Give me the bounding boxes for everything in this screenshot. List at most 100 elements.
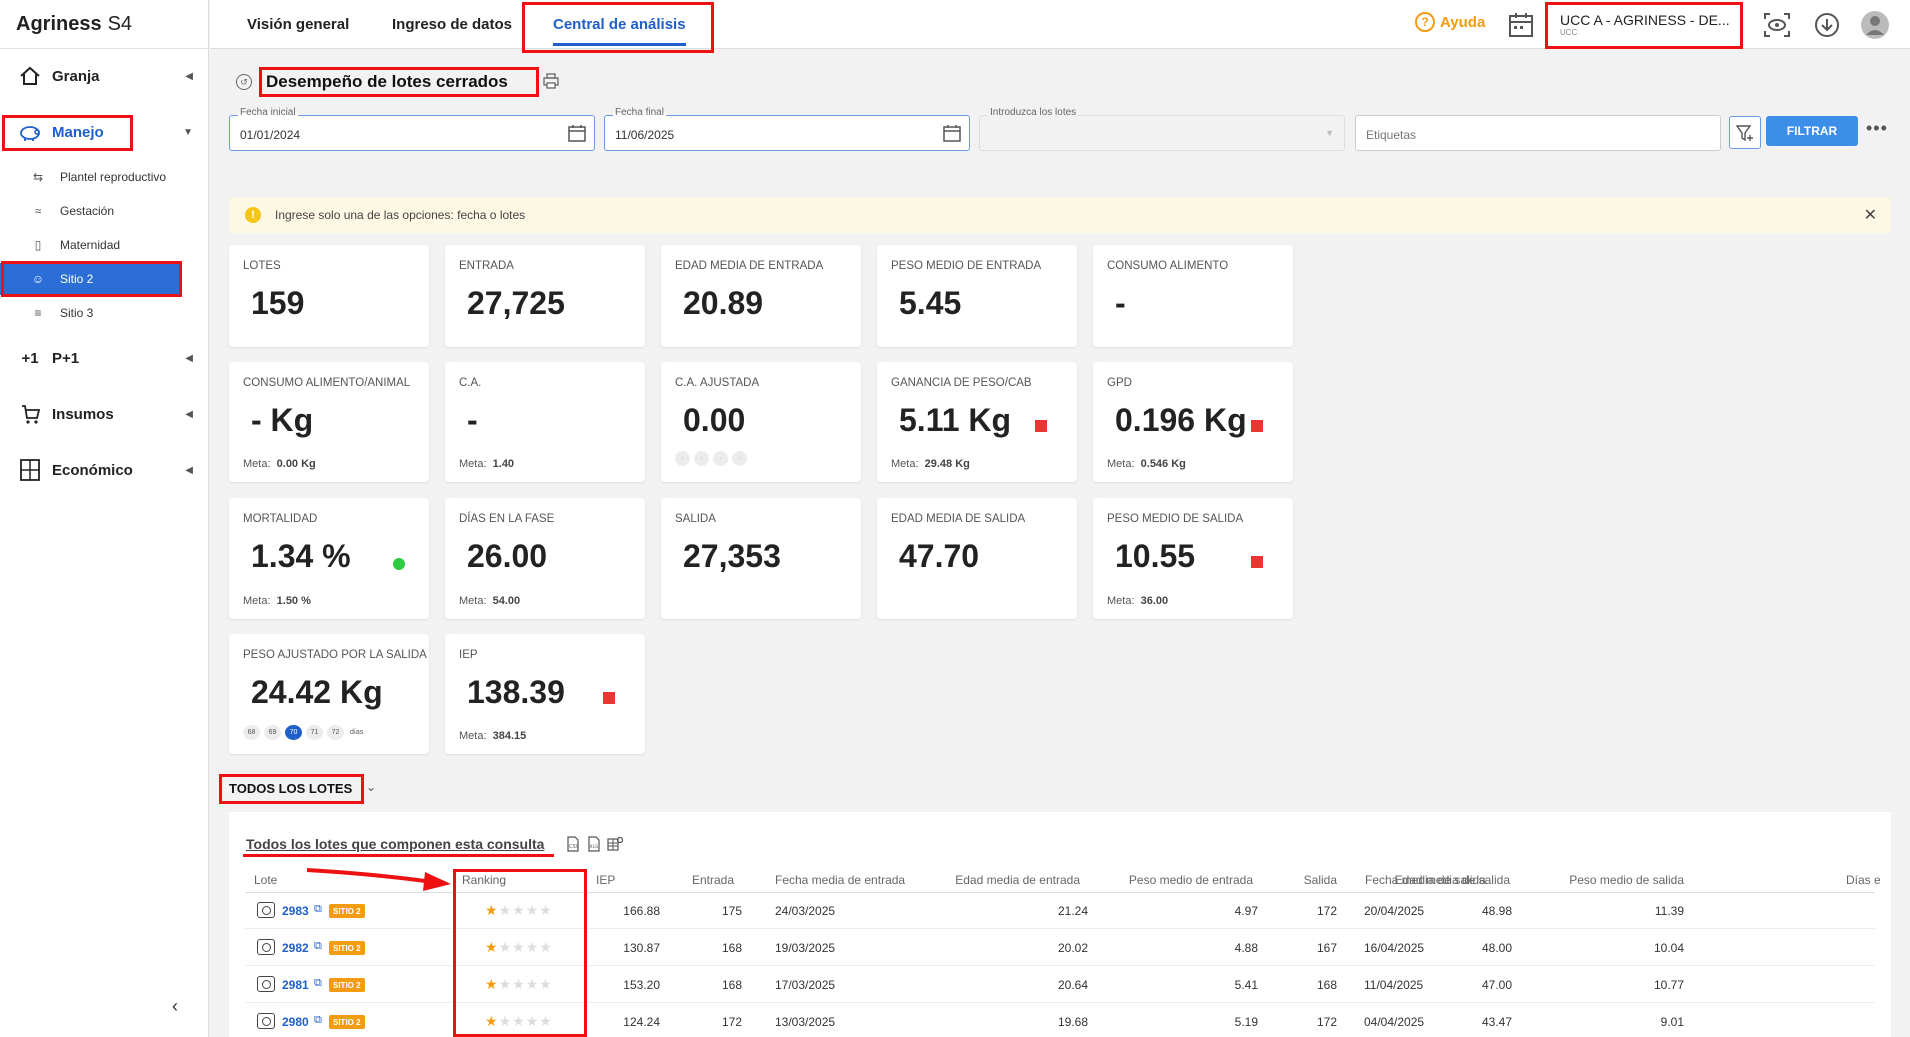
- meta-label: Meta:: [1107, 595, 1135, 607]
- end-date-field[interactable]: Fecha final 11/06/2025: [604, 107, 970, 151]
- field-placeholder: Etiquetas: [1366, 128, 1417, 142]
- sidebar-subitem-plantel-reproductivo[interactable]: ⇆ Plantel reproductivo: [0, 161, 182, 193]
- column-header[interactable]: Salida: [1304, 873, 1337, 887]
- kpi-value: - Kg: [251, 402, 314, 438]
- table-row[interactable]: 2980 ⧉ SITIO 2 ★★★★★ 124.24 172 19.68 5.19 172 43…: [245, 1003, 1875, 1037]
- meta-label: Meta:: [243, 458, 271, 470]
- column-header[interactable]: Entrada: [692, 873, 734, 887]
- lot-link[interactable]: 2980: [282, 1015, 309, 1029]
- csv-export-icon[interactable]: CSV: [565, 836, 581, 852]
- day-pill[interactable]: 72: [327, 725, 344, 740]
- field-value: 11/06/2025: [615, 128, 675, 142]
- calendar-icon[interactable]: [1506, 10, 1536, 40]
- view-eye-icon[interactable]: [257, 902, 275, 918]
- sidebar-subitem-maternidad[interactable]: ▯ Maternidad: [0, 229, 182, 261]
- column-header[interactable]: IEP: [596, 873, 615, 887]
- day-pill[interactable]: 70: [285, 725, 302, 740]
- scan-eye-icon[interactable]: [1762, 10, 1792, 40]
- collapse-sidebar-icon[interactable]: ‹: [172, 996, 178, 1017]
- external-link-icon[interactable]: ⧉: [314, 977, 322, 990]
- history-icon[interactable]: ↺: [236, 74, 252, 90]
- day-pill[interactable]: 71: [306, 725, 323, 740]
- kpi-card: C.A. AJUSTADA 0.00 · · · ·: [661, 362, 861, 482]
- kpi-title: IEP: [459, 649, 478, 661]
- avatar[interactable]: [1860, 10, 1890, 40]
- sidebar-item-economico[interactable]: Económico ◀: [0, 450, 209, 490]
- view-eye-icon[interactable]: [257, 1013, 275, 1029]
- caret-left-icon: ◀: [185, 352, 193, 364]
- close-icon[interactable]: ✕: [1864, 205, 1877, 225]
- sidebar-subitem-label: Plantel reproductivo: [60, 170, 167, 184]
- table-row[interactable]: 2982 ⧉ SITIO 2 ★★★★★ 130.87 168 20.02 4.88 167 48…: [245, 929, 1875, 966]
- sidebar-item-label: P+1: [52, 349, 80, 367]
- site-badge: SITIO 2: [329, 1015, 365, 1029]
- sidebar-subitem-sitio-3[interactable]: ≡ Sitio 3: [0, 297, 182, 329]
- column-header[interactable]: Fecha media de entrada: [775, 873, 905, 887]
- lot-link[interactable]: 2983: [282, 904, 309, 918]
- start-date-field[interactable]: Fecha inicial 01/01/2024: [229, 107, 595, 151]
- column-header[interactable]: Días e: [1846, 873, 1881, 887]
- cell-fecha-entrada: 19/03/2025: [775, 941, 836, 955]
- table-row[interactable]: 2981 ⧉ SITIO 2 ★★★★★ 153.20 168 20.64 5.41 168 47…: [245, 966, 1875, 1003]
- column-header[interactable]: Peso medio de salida: [1569, 873, 1684, 887]
- view-eye-icon[interactable]: [257, 976, 275, 992]
- sidebar-item-manejo[interactable]: Manejo ▼: [0, 112, 209, 152]
- tab-ingreso-de-datos[interactable]: Ingreso de datos: [392, 0, 512, 49]
- kpi-card: PESO MEDIO DE SALIDA 10.55 Meta: 36.00: [1093, 498, 1293, 619]
- star-filled-icon: ★: [485, 976, 499, 992]
- kpi-meta: Meta: 29.48 Kg: [891, 458, 970, 470]
- tab-label: Visión general: [247, 16, 350, 33]
- lot-link[interactable]: 2982: [282, 941, 309, 955]
- column-header[interactable]: Lote: [254, 873, 277, 887]
- cart-icon: [18, 402, 42, 426]
- external-link-icon[interactable]: ⧉: [314, 1014, 322, 1027]
- lot-link[interactable]: 2981: [282, 978, 309, 992]
- download-icon[interactable]: [1812, 10, 1842, 40]
- app-logo[interactable]: Agriness S4: [0, 0, 208, 49]
- farm-selector[interactable]: UCC A - AGRINESS - DE... UCC: [1550, 4, 1740, 46]
- star-empty-icon: ★: [525, 1013, 540, 1029]
- more-options-icon[interactable]: •••: [1866, 118, 1888, 139]
- view-eye-icon[interactable]: [257, 939, 275, 955]
- cell-edad-entrada: 19.68: [1057, 1015, 1088, 1029]
- calendar-icon[interactable]: [568, 124, 586, 142]
- columns-settings-icon[interactable]: [607, 836, 624, 852]
- sidebar-item-label: Insumos: [52, 405, 114, 423]
- tab-central-de-analisis[interactable]: Central de análisis: [553, 0, 686, 49]
- filter-button[interactable]: FILTRAR: [1766, 116, 1858, 146]
- column-header[interactable]: Ranking: [462, 873, 506, 887]
- external-link-icon[interactable]: ⧉: [314, 940, 322, 953]
- calendar-icon[interactable]: [943, 124, 961, 142]
- kpi-value: 0.196 Kg: [1115, 402, 1247, 438]
- kpi-title: LOTES: [243, 260, 281, 272]
- xlsx-export-icon[interactable]: XLS: [586, 836, 602, 852]
- table-row[interactable]: 2983 ⧉ SITIO 2 ★★★★★ 166.88 175 21.24 4.97 172 48…: [245, 892, 1875, 929]
- chevron-down-icon[interactable]: ⌄: [366, 780, 376, 794]
- kpi-title: SALIDA: [675, 513, 716, 525]
- sidebar-item-granja[interactable]: Granja ◀: [0, 56, 209, 96]
- kpi-card: SALIDA 27,353: [661, 498, 861, 619]
- cell-iep: 153.20: [623, 978, 660, 992]
- external-link-icon[interactable]: ⧉: [314, 903, 322, 916]
- column-header[interactable]: Edad media de salida: [1395, 873, 1510, 887]
- tab-vision-general[interactable]: Visión general: [247, 0, 349, 49]
- column-header[interactable]: Edad media de entrada: [955, 873, 1080, 887]
- kpi-meta: Meta: 384.15: [459, 730, 526, 742]
- column-header[interactable]: Peso medio de entrada: [1129, 873, 1253, 887]
- help-button[interactable]: ? Ayuda: [1415, 12, 1485, 32]
- tags-input[interactable]: Etiquetas: [1355, 115, 1721, 151]
- table-title[interactable]: Todos los lotes que componen esta consul…: [246, 836, 544, 852]
- cell-peso-entrada: 4.97: [1234, 904, 1258, 918]
- sidebar-item-insumos[interactable]: Insumos ◀: [0, 394, 209, 434]
- kpi-title: PESO MEDIO DE ENTRADA: [891, 260, 1042, 272]
- cell-peso-salida: 9.01: [1660, 1015, 1684, 1029]
- advanced-filter-button[interactable]: [1729, 116, 1761, 149]
- rating-dot: ·: [675, 451, 690, 466]
- day-pill[interactable]: 69: [264, 725, 281, 740]
- sidebar-item-p1[interactable]: +1 P+1 ◀: [0, 338, 209, 378]
- sidebar-subitem-gestacion[interactable]: ≈ Gestación: [0, 195, 182, 227]
- lots-select[interactable]: Introduzca los lotes ▼: [979, 107, 1345, 151]
- sidebar-subitem-sitio-2[interactable]: ☺ Sitio 2: [0, 263, 182, 295]
- print-icon[interactable]: [543, 73, 559, 92]
- day-pill[interactable]: 68: [243, 725, 260, 740]
